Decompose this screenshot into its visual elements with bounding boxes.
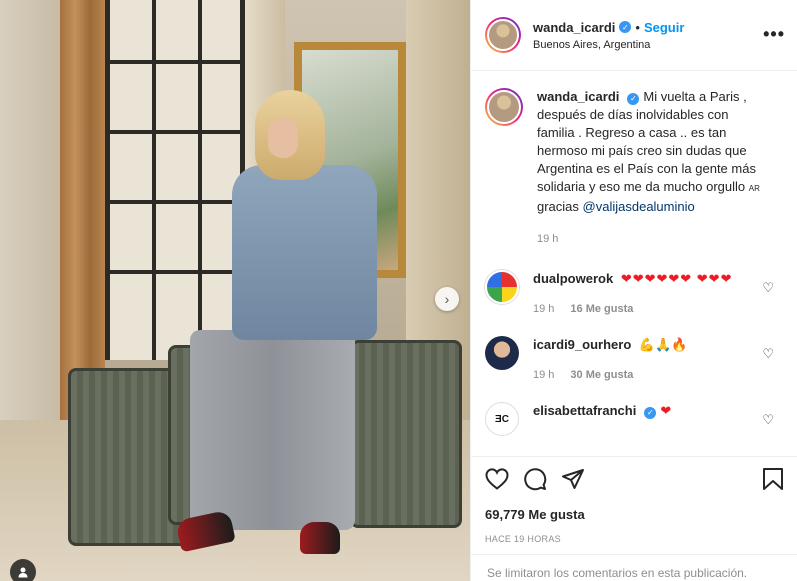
post-time-ago[interactable]: HACE 19 HORAS: [485, 534, 784, 544]
separator-dot: •: [635, 19, 640, 35]
comment-likes[interactable]: 16 Me gusta: [570, 300, 633, 318]
avatar[interactable]: [485, 88, 523, 126]
chevron-right-icon[interactable]: ›: [435, 287, 459, 311]
comment-item: dualpowerok ❤❤❤❤❤❤ ❤❤❤ 19 h 16 Me gusta ♡: [485, 270, 784, 318]
caption: wanda_icardi ✓ Mi vuelta a Paris , después…: [485, 88, 784, 248]
post-photo[interactable]: ›: [0, 0, 470, 581]
share-icon[interactable]: [561, 467, 585, 494]
post-actions: 69,779 Me gusta HACE 19 HORAS: [471, 456, 797, 544]
more-icon[interactable]: •••: [763, 24, 785, 45]
verified-icon: ✓: [644, 407, 657, 419]
post-username[interactable]: wanda_icardi: [533, 20, 615, 35]
verified-icon: ✓: [619, 21, 632, 33]
caption-thanks: gracias: [537, 199, 583, 214]
comments-list[interactable]: wanda_icardi ✓ Mi vuelta a Paris , después…: [471, 72, 797, 456]
comment-item: ƎC elisabettafranchi ✓ ❤ ♡: [485, 402, 784, 436]
comment-text: ❤: [660, 403, 673, 418]
suitcase-right: [350, 340, 462, 528]
user-tag-icon[interactable]: [10, 559, 36, 581]
comment-username[interactable]: elisabettafranchi: [533, 403, 636, 418]
comment-username[interactable]: icardi9_ourhero: [533, 337, 631, 352]
heart-icon[interactable]: [485, 467, 509, 493]
caption-mention[interactable]: @valijasdealuminio: [583, 199, 695, 214]
caption-time[interactable]: 19 h: [537, 230, 558, 248]
avatar[interactable]: [485, 270, 519, 304]
avatar[interactable]: [485, 17, 521, 53]
caption-text: Mi vuelta a Paris , después de días inol…: [537, 89, 756, 194]
comment-username[interactable]: dualpowerok: [533, 271, 613, 286]
avatar[interactable]: ƎC: [485, 402, 519, 436]
flag-label: AR: [748, 184, 760, 193]
person-jacket: [232, 165, 377, 340]
caption-username[interactable]: wanda_icardi: [537, 89, 619, 104]
photo-curtain: [60, 0, 105, 430]
comment-time[interactable]: 19 h: [533, 366, 554, 384]
photo-window: [105, 0, 245, 360]
comment-icon[interactable]: [523, 467, 547, 494]
verified-icon: ✓: [627, 93, 640, 105]
comments-closed-notice: Se limitaron los comentarios en esta pub…: [471, 554, 797, 581]
follow-button[interactable]: Seguir: [644, 20, 684, 35]
person-pants: [190, 330, 355, 530]
post-location[interactable]: Buenos Aires, Argentina: [533, 39, 684, 51]
comment-likes[interactable]: 30 Me gusta: [570, 366, 633, 384]
comment-text: 💪🙏🔥: [638, 337, 688, 352]
likes-count[interactable]: 69,779 Me gusta: [485, 507, 784, 522]
heart-icon[interactable]: ♡: [762, 412, 774, 428]
person-face: [268, 118, 298, 158]
comment-time[interactable]: 19 h: [533, 300, 554, 318]
person-shoe-right: [300, 522, 340, 554]
comment-text: ❤❤❤❤❤❤ ❤❤❤: [620, 271, 733, 286]
post-panel: wanda_icardi ✓ • Seguir Buenos Aires, Ar…: [470, 0, 797, 581]
heart-icon[interactable]: ♡: [762, 280, 774, 296]
heart-icon[interactable]: ♡: [762, 346, 774, 362]
post-header: wanda_icardi ✓ • Seguir Buenos Aires, Ar…: [471, 0, 797, 71]
bookmark-icon[interactable]: [762, 467, 784, 494]
comment-item: icardi9_ourhero 💪🙏🔥 19 h 30 Me gusta ♡: [485, 336, 784, 384]
avatar[interactable]: [485, 336, 519, 370]
